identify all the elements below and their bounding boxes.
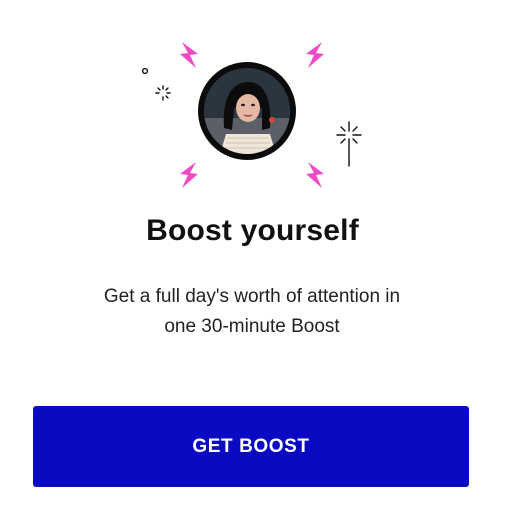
lightning-bolt-icon [306, 162, 324, 188]
profile-photo-illustration [204, 68, 290, 154]
boost-dialog: Boost yourself Get a full day's worth of… [0, 0, 505, 513]
get-boost-button[interactable]: GET BOOST [33, 406, 469, 487]
boost-description-line-2: one 30-minute Boost [164, 316, 340, 337]
lightning-bolt-icon [180, 162, 198, 188]
boost-illustration [0, 0, 505, 200]
star-sparkle-icon [336, 121, 362, 167]
boost-title: Boost yourself [146, 214, 359, 247]
boost-description-line-1: Get a full day's worth of attention in [103, 286, 401, 307]
avatar [198, 62, 296, 160]
circle-sparkle-icon [141, 67, 149, 75]
lightning-bolt-icon [180, 42, 198, 68]
boost-description: Get a full day's worth of attention in o… [52, 282, 452, 342]
burst-sparkle-icon [155, 85, 171, 101]
lightning-bolt-icon [306, 42, 324, 68]
profile-photo [204, 68, 290, 154]
